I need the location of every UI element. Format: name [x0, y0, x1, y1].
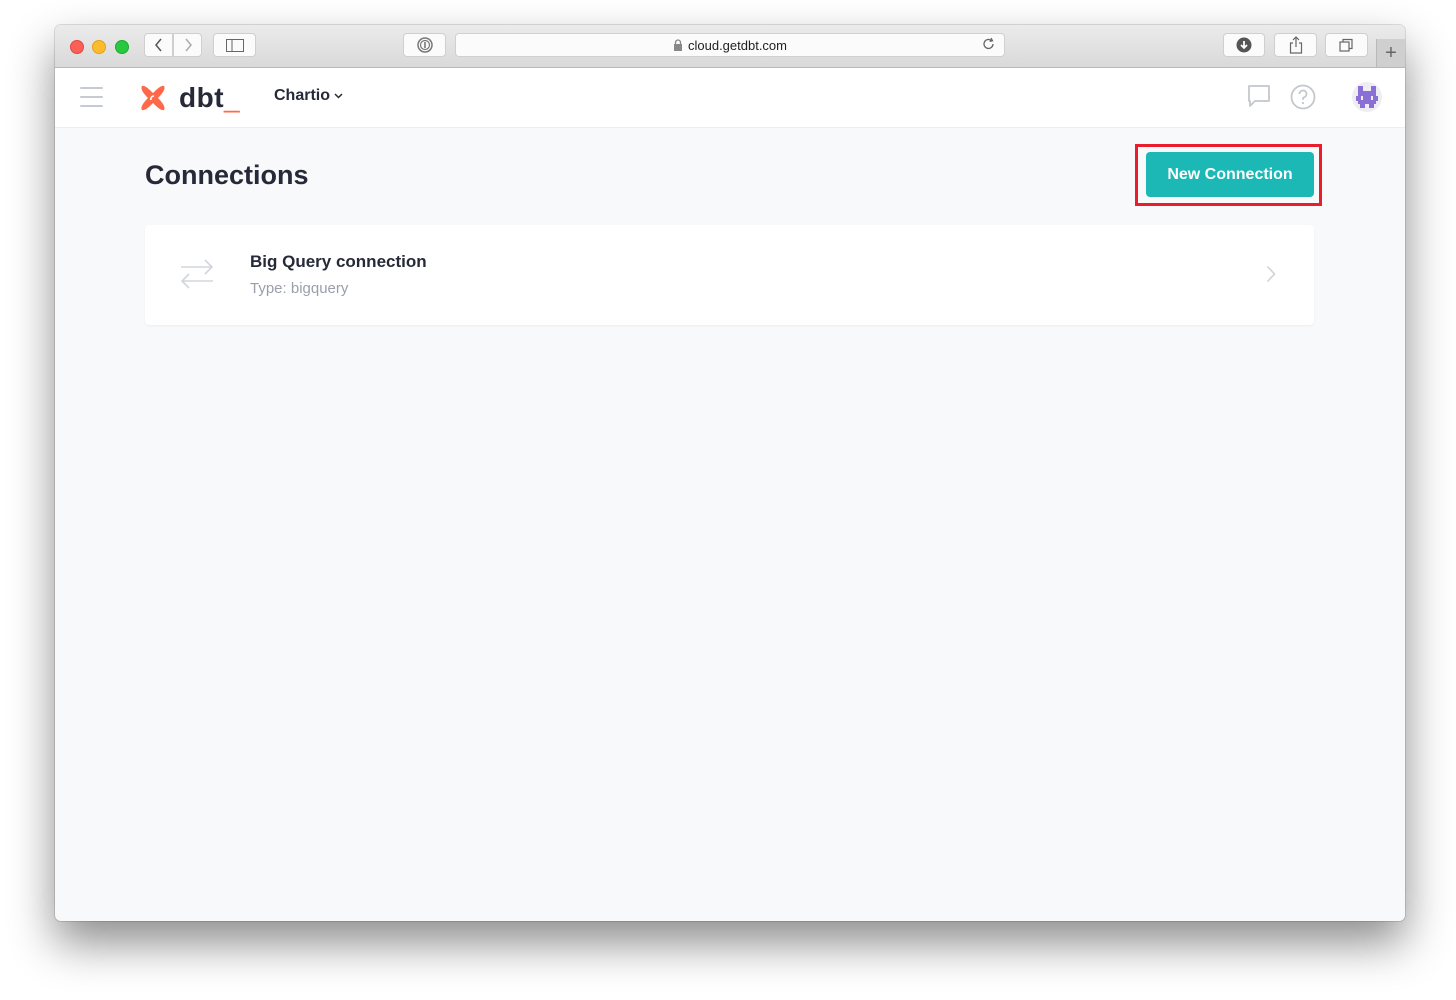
forward-button[interactable] [173, 33, 202, 57]
chevron-left-icon [154, 38, 162, 52]
chevron-right-icon [184, 38, 192, 52]
account-name: Chartio [274, 87, 330, 104]
address-bar[interactable]: cloud.getdbt.com [455, 33, 1005, 57]
share-button[interactable] [1274, 33, 1317, 57]
browser-window: cloud.getdbt.com + dbt_ Chartio Connecti… [55, 25, 1405, 921]
main-content: Connections New Connection Big Query con… [55, 128, 1405, 921]
page-title: Connections [145, 160, 309, 190]
connection-list-item[interactable]: Big Query connection Type: bigquery [145, 225, 1314, 325]
download-icon [1236, 37, 1252, 53]
reload-icon[interactable] [982, 37, 996, 51]
share-icon [1289, 36, 1302, 54]
app-header: dbt_ Chartio [55, 68, 1405, 128]
plus-icon: + [1385, 41, 1397, 64]
url-text: cloud.getdbt.com [687, 37, 787, 53]
account-switcher[interactable]: Chartio [274, 87, 343, 105]
dbt-logo[interactable]: dbt_ [139, 82, 240, 114]
browser-toolbar: cloud.getdbt.com + [55, 25, 1405, 68]
sidebar-toggle-button[interactable] [213, 33, 256, 57]
new-connection-button[interactable]: New Connection [1146, 152, 1314, 197]
avatar[interactable] [1352, 82, 1382, 112]
close-window-button[interactable] [70, 40, 84, 54]
logo-underscore: _ [224, 82, 241, 113]
menu-icon[interactable] [80, 87, 103, 107]
zoom-window-button[interactable] [115, 40, 129, 54]
avatar-identicon [1356, 86, 1378, 108]
tab-overview-button[interactable] [1325, 33, 1368, 57]
tabs-icon [1339, 38, 1353, 52]
connection-type: Type: bigquery [250, 280, 349, 297]
new-tab-button[interactable]: + [1376, 39, 1405, 67]
chat-icon[interactable] [1247, 84, 1271, 108]
password-manager-button[interactable] [403, 33, 446, 57]
sidebar-icon [225, 38, 244, 52]
transfer-arrows-icon [180, 259, 214, 289]
back-button[interactable] [144, 33, 173, 57]
password-manager-icon [416, 37, 433, 53]
chevron-down-icon [334, 93, 343, 99]
lock-icon [673, 39, 682, 51]
minimize-window-button[interactable] [92, 40, 106, 54]
downloads-button[interactable] [1223, 33, 1265, 57]
dbt-logo-icon [141, 85, 165, 111]
chevron-right-icon [1266, 265, 1276, 283]
logo-wordmark: dbt [179, 82, 225, 113]
connection-name: Big Query connection [250, 252, 427, 271]
logo-text: dbt_ [179, 82, 240, 114]
help-icon[interactable] [1290, 84, 1316, 110]
